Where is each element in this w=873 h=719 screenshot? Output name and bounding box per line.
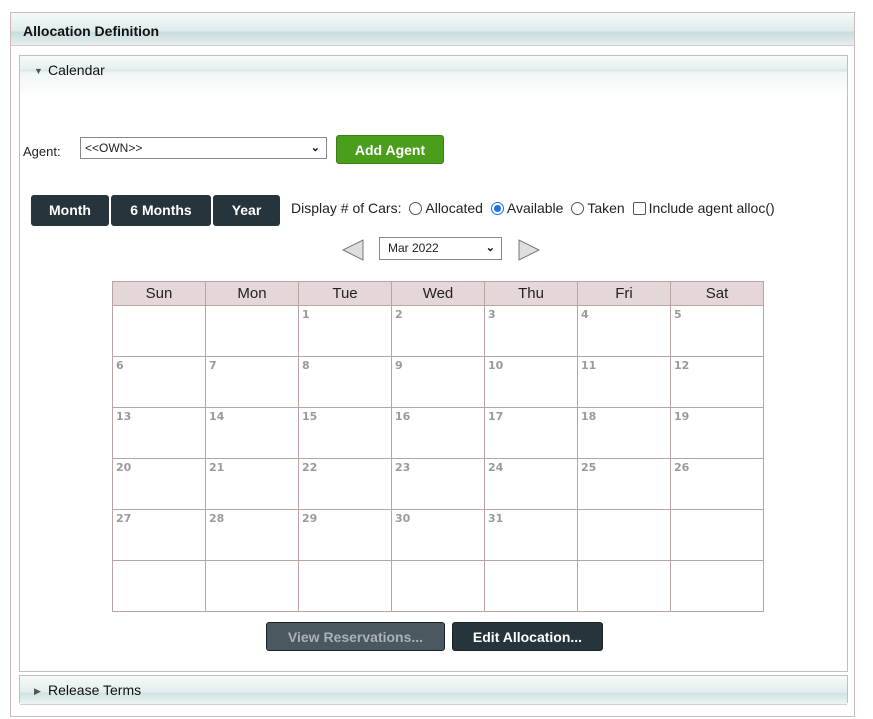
calendar-day-cell[interactable]: 9: [391, 356, 485, 408]
calendar-day-cell[interactable]: 28: [205, 509, 299, 561]
year-view-button[interactable]: Year: [213, 195, 280, 226]
calendar-day-cell[interactable]: 24: [484, 458, 578, 510]
calendar-week-row: [112, 560, 764, 612]
collapse-triangle-icon[interactable]: ▼: [34, 66, 43, 76]
next-month-icon[interactable]: [517, 238, 541, 262]
calendar-day-cell[interactable]: 15: [298, 407, 392, 459]
available-radio[interactable]: [490, 202, 504, 215]
six-months-view-button[interactable]: 6 Months: [111, 195, 211, 226]
release-terms-panel: ▶ Release Terms: [19, 675, 848, 705]
calendar-week-row: 6 7 8 9 10 11 12: [112, 356, 764, 408]
calendar-day-cell[interactable]: 13: [112, 407, 206, 459]
weekday-header: Fri: [577, 281, 671, 306]
calendar-day-cell[interactable]: 27: [112, 509, 206, 561]
calendar-day-cell[interactable]: 18: [577, 407, 671, 459]
calendar-day-cell[interactable]: 16: [391, 407, 485, 459]
include-agent-label[interactable]: Include agent alloc(): [649, 200, 775, 216]
display-label: Display # of Cars:: [291, 200, 402, 216]
calendar-day-cell[interactable]: [391, 560, 485, 612]
allocated-radio[interactable]: [409, 202, 423, 215]
release-terms-header[interactable]: ▶ Release Terms: [20, 676, 847, 705]
calendar-week-row: 13 14 15 16 17 18 19: [112, 407, 764, 459]
calendar-day-cell[interactable]: [205, 560, 299, 612]
weekday-header: Wed: [391, 281, 485, 306]
previous-month-icon[interactable]: [341, 238, 365, 262]
calendar-day-cell[interactable]: [298, 560, 392, 612]
calendar-day-cell[interactable]: [670, 509, 764, 561]
calendar-day-cell[interactable]: 11: [577, 356, 671, 408]
section-title: Allocation Definition: [23, 23, 160, 39]
available-label[interactable]: Available: [507, 200, 564, 216]
chevron-down-icon: ⌄: [310, 142, 320, 154]
include-agent-option[interactable]: Include agent alloc(): [632, 200, 775, 216]
month-navigation: Mar 2022 ⌄: [0, 236, 873, 264]
calendar-day-cell[interactable]: 10: [484, 356, 578, 408]
calendar-day-cell[interactable]: 7: [205, 356, 299, 408]
taken-option[interactable]: Taken: [571, 200, 625, 216]
calendar-day-cell[interactable]: 23: [391, 458, 485, 510]
display-options: Display # of Cars: Allocated Available T…: [291, 200, 775, 216]
calendar-day-cell[interactable]: 26: [670, 458, 764, 510]
calendar-day-cell[interactable]: [112, 305, 206, 357]
calendar-day-cell[interactable]: 1: [298, 305, 392, 357]
calendar-day-cell[interactable]: 22: [298, 458, 392, 510]
calendar-day-cell[interactable]: 19: [670, 407, 764, 459]
calendar-panel-title[interactable]: Calendar: [48, 62, 105, 78]
calendar-day-cell[interactable]: 5: [670, 305, 764, 357]
calendar-day-cell[interactable]: 20: [112, 458, 206, 510]
available-option[interactable]: Available: [490, 200, 564, 216]
add-agent-button[interactable]: Add Agent: [336, 135, 444, 164]
month-select-value: Mar 2022: [388, 241, 439, 255]
calendar-day-cell[interactable]: 6: [112, 356, 206, 408]
taken-radio[interactable]: [571, 202, 585, 215]
calendar-week-row: 12345: [112, 305, 764, 357]
section-header: Allocation Definition: [11, 13, 854, 46]
calendar-day-cell[interactable]: [577, 560, 671, 612]
view-reservations-button[interactable]: View Reservations...: [266, 622, 445, 651]
calendar-day-cell[interactable]: [670, 560, 764, 612]
weekday-header: Mon: [205, 281, 299, 306]
weekday-header: Thu: [484, 281, 578, 306]
calendar-day-cell[interactable]: 31: [484, 509, 578, 561]
agent-select[interactable]: <<OWN>> ⌄: [80, 137, 327, 159]
release-terms-title[interactable]: Release Terms: [48, 682, 141, 698]
allocated-label[interactable]: Allocated: [425, 200, 483, 216]
allocated-option[interactable]: Allocated: [409, 200, 483, 216]
weekday-header: Sun: [112, 281, 206, 306]
edit-allocation-button[interactable]: Edit Allocation...: [452, 622, 603, 651]
taken-label[interactable]: Taken: [587, 200, 624, 216]
calendar-day-cell[interactable]: 29: [298, 509, 392, 561]
calendar-grid: Sun Mon Tue Wed Thu Fri Sat 1 2 3 4 5 6 7 8 9 10 1…: [112, 281, 764, 612]
calendar-panel-header[interactable]: ▼ Calendar: [20, 56, 847, 98]
agent-label: Agent:: [23, 144, 61, 159]
weekday-header: Sat: [670, 281, 764, 306]
calendar-day-cell[interactable]: 8: [298, 356, 392, 408]
chevron-down-icon: ⌄: [485, 242, 495, 254]
calendar-week-row: 27 28 29 30 31: [112, 509, 764, 561]
calendar-week-row: 20 21 22 23 24 25 26: [112, 458, 764, 510]
agent-select-value: <<OWN>>: [85, 141, 143, 155]
calendar-day-cell[interactable]: [484, 560, 578, 612]
expand-triangle-icon[interactable]: ▶: [34, 686, 41, 697]
calendar-day-cell[interactable]: [577, 509, 671, 561]
month-select[interactable]: Mar 2022 ⌄: [379, 237, 502, 260]
calendar-day-cell[interactable]: 12: [670, 356, 764, 408]
calendar-day-cell[interactable]: 17: [484, 407, 578, 459]
calendar-day-cell[interactable]: [112, 560, 206, 612]
calendar-day-cell[interactable]: 3: [484, 305, 578, 357]
include-agent-checkbox[interactable]: [632, 202, 646, 215]
calendar-day-cell[interactable]: 2: [391, 305, 485, 357]
month-view-button[interactable]: Month: [31, 195, 109, 226]
calendar-day-cell[interactable]: 14: [205, 407, 299, 459]
calendar-day-cell[interactable]: 21: [205, 458, 299, 510]
calendar-day-cell[interactable]: 25: [577, 458, 671, 510]
weekday-header-row: Sun Mon Tue Wed Thu Fri Sat: [112, 281, 764, 306]
weekday-header: Tue: [298, 281, 392, 306]
calendar-day-cell[interactable]: 4: [577, 305, 671, 357]
calendar-day-cell[interactable]: [205, 305, 299, 357]
calendar-day-cell[interactable]: 30: [391, 509, 485, 561]
